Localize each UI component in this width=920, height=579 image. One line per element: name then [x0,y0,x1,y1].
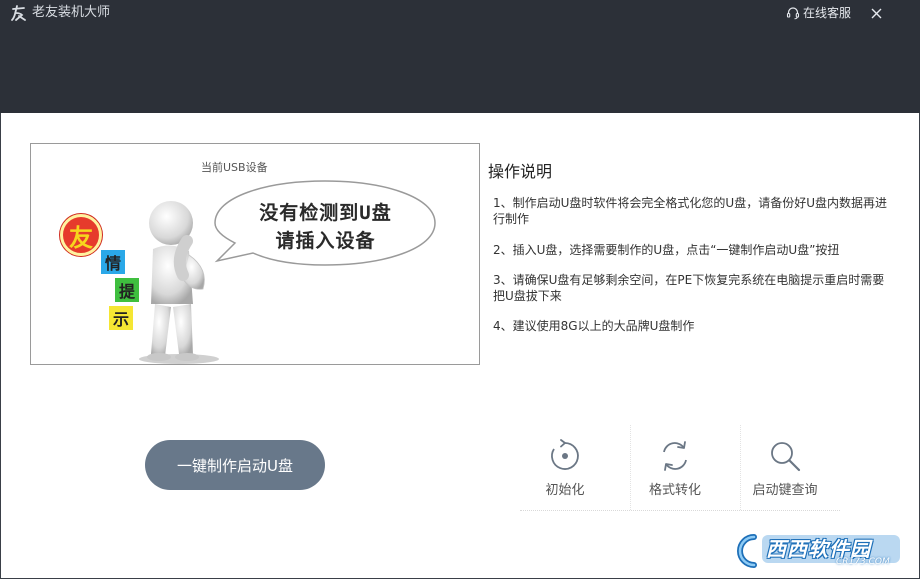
instruction-item: 2、插入U盘，选择需要制作的U盘，点击“一键制作启动U盘”按扭 [493,243,840,257]
friend-badge-icon: 友 [60,214,102,256]
tip-char-1: 情 [101,250,125,274]
format-convert-label: 格式转化 [648,483,701,498]
instruction-item: 1、制作启动U盘时软件将会完全格式化您的U盘，请备份好U盘内数据再进行制作 [493,196,887,226]
headset-icon [786,7,800,20]
close-icon [871,8,881,18]
usb-device-panel: 当前USB设备 没有检测到U盘 请插入设备 友 情 提 示 [30,143,480,365]
instructions-title: 操作说明 [488,162,553,181]
tools-divider [520,510,840,511]
app-logo-icon [11,5,26,21]
initialize-label: 初始化 [545,483,585,498]
no-usb-message-line1: 没有检测到U盘 [259,202,392,224]
tip-char-3: 示 [109,306,133,330]
format-convert-button[interactable]: 格式转化 [620,430,730,510]
title-bar: 老友装机大师 在线客服 [0,0,920,113]
convert-icon [663,441,687,471]
close-button[interactable] [866,4,886,22]
no-usb-message-line2: 请插入设备 [275,230,376,252]
instructions-list: 1、制作启动U盘时软件将会完全格式化您的U盘，请备份好U盘内数据再进行制作 2、… [493,195,888,349]
usb-panel-title: 当前USB设备 [201,161,268,174]
make-boot-usb-button[interactable]: 一键制作启动U盘 [145,440,325,490]
boot-key-query-label: 启动键查询 [752,483,818,498]
instruction-item: 4、建议使用8G以上的大品牌U盘制作 [493,319,695,333]
initialize-button[interactable]: 初始化 [510,430,620,510]
online-service-button[interactable]: 在线客服 [786,5,851,21]
instruction-item: 3、请确保U盘有足够剩余空间，在PE下恢复完系统在电脑提示重启时需要把U盘拔下来 [493,273,885,303]
online-service-label: 在线客服 [803,6,852,20]
app-title: 老友装机大师 [32,5,111,20]
reset-icon [551,439,579,470]
tip-char-2: 提 [115,278,139,302]
boot-key-query-button[interactable]: 启动键查询 [730,430,840,510]
no-usb-message: 没有检测到U盘 请插入设备 [223,199,428,255]
search-icon [771,442,801,472]
watermark-url: CR173.COM [836,557,890,567]
